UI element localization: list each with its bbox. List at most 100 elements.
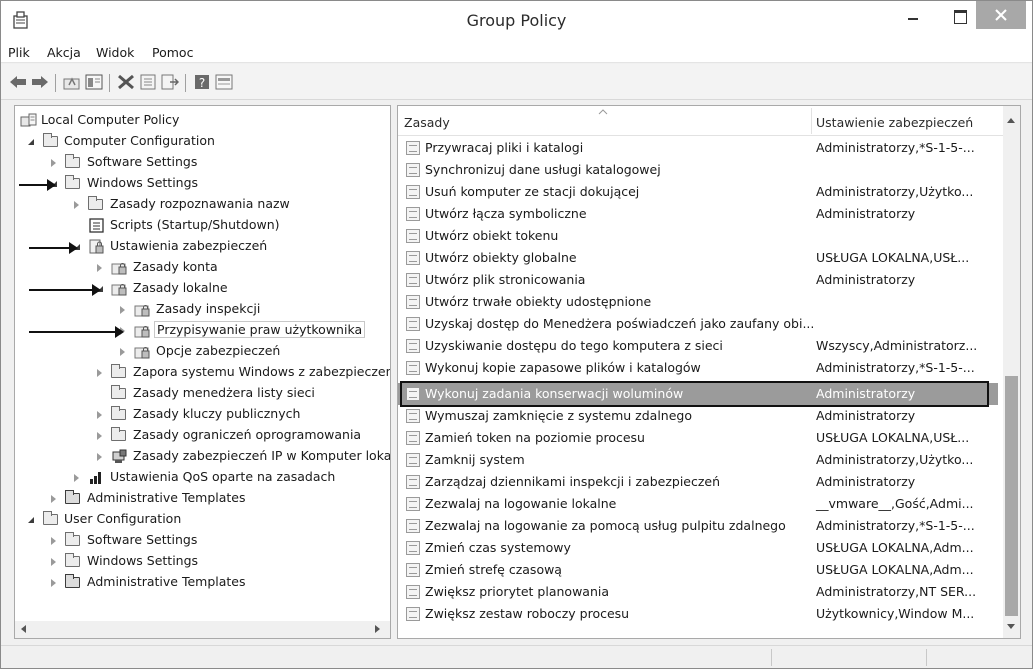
menu-pomoc[interactable]: Pomoc [152, 45, 193, 60]
console-view-icon[interactable] [215, 74, 233, 90]
menu-bar: Plik Akcja Widok Pomoc [1, 41, 1032, 63]
folder-icon [88, 196, 103, 210]
expand-toggle-icon[interactable] [28, 139, 34, 145]
collapse-toggle-icon[interactable] [97, 264, 102, 272]
policy-setting-icon [406, 541, 420, 555]
tree-label: Software Settings [87, 532, 198, 547]
policy-name: Usuń komputer ze stacji dokującej [425, 184, 640, 199]
list-item[interactable]: Przywracaj pliki i katalogi Administrator… [398, 137, 998, 159]
policy-name: Zezwalaj na logowanie lokalne [425, 496, 617, 511]
minimize-button[interactable] [892, 1, 936, 33]
collapse-toggle-icon[interactable] [51, 495, 56, 503]
up-folder-icon[interactable] [63, 74, 81, 90]
folder-icon [111, 385, 126, 399]
list-item[interactable]: Zezwalaj na logowanie za pomocą usług pu… [398, 515, 998, 537]
tree-label: Ustawienia zabezpieczeń [110, 238, 268, 253]
collapse-toggle-icon[interactable] [97, 453, 102, 461]
menu-akcja[interactable]: Akcja [47, 45, 81, 60]
list-item[interactable]: Uzyskaj dostęp do Menedżera poświadczeń … [398, 313, 998, 335]
menu-plik[interactable]: Plik [8, 45, 30, 60]
menu-widok[interactable]: Widok [96, 45, 134, 60]
list-item[interactable]: Zarządzaj dziennikami inspekcji i zabezp… [398, 471, 998, 493]
help-icon[interactable]: ? [193, 74, 211, 90]
collapse-toggle-icon[interactable] [74, 201, 79, 209]
security-folder-icon [111, 284, 127, 296]
scrollbar-thumb[interactable] [1005, 376, 1018, 616]
policy-setting-icon [406, 563, 420, 577]
policy-name: Utwórz obiekty globalne [425, 250, 577, 265]
collapse-toggle-icon[interactable] [120, 348, 125, 356]
policy-name: Zamknij system [425, 452, 525, 467]
policy-setting-icon [406, 295, 420, 309]
list-item[interactable]: Zamknij system Administratorzy,Użytko... [398, 449, 998, 471]
security-folder-icon [111, 263, 127, 275]
toolbar-separator [109, 74, 110, 92]
list-item[interactable]: Wykonuj kopie zapasowe plików i katalogó… [398, 357, 998, 379]
column-separator[interactable] [811, 108, 812, 134]
list-item[interactable]: Zezwalaj na logowanie lokalne __vmware__,… [398, 493, 998, 515]
tree-label: Windows Settings [87, 553, 199, 568]
properties-icon[interactable] [139, 74, 157, 90]
collapse-toggle-icon[interactable] [97, 369, 102, 377]
policy-setting-icon [406, 251, 420, 265]
list-item[interactable]: Utwórz obiekty globalne USŁUGA LOKALNA,US… [398, 247, 998, 269]
group-policy-window: Group Policy Plik Akcja Widok Pomoc ? Lo… [0, 0, 1033, 669]
delete-icon[interactable] [117, 74, 135, 90]
collapse-toggle-icon[interactable] [51, 579, 56, 587]
vertical-scrollbar[interactable] [1003, 106, 1020, 638]
list-item[interactable]: Synchronizuj dane usługi katalogowej [398, 159, 998, 181]
list-item[interactable]: Zwiększ zestaw roboczy procesu Użytkownic… [398, 603, 998, 625]
back-arrow-icon[interactable] [9, 74, 27, 90]
expand-toggle-icon[interactable] [28, 517, 34, 523]
tree-label: Computer Configuration [64, 133, 215, 148]
list-item[interactable]: Zamień token na poziomie procesu USŁUGA L… [398, 427, 998, 449]
collapse-toggle-icon[interactable] [51, 558, 56, 566]
scroll-up-icon[interactable] [1007, 118, 1015, 123]
export-list-icon[interactable] [161, 74, 179, 90]
tree-label: Zasady lokalne [133, 280, 228, 295]
scroll-right-icon[interactable] [375, 625, 380, 633]
policy-setting-value: Administratorzy [816, 408, 916, 423]
folder-icon [43, 133, 58, 147]
policy-name: Przywracaj pliki i katalogi [425, 140, 584, 155]
column-header-ustawienie[interactable]: Ustawienie zabezpieczeń [816, 115, 973, 130]
list-item[interactable]: Utwórz trwałe obiekty udostępnione [398, 291, 998, 313]
policy-name: Utwórz łącza symboliczne [425, 206, 587, 221]
console-tree[interactable]: Local Computer Policy Computer Configura… [14, 105, 391, 639]
tree-label: Administrative Templates [87, 574, 246, 589]
list-item[interactable]: Zmień czas systemowy USŁUGA LOKALNA,Adm..… [398, 537, 998, 559]
list-item[interactable]: Utwórz obiekt tokenu [398, 225, 998, 247]
close-button[interactable] [976, 1, 1026, 29]
collapse-toggle-icon[interactable] [97, 411, 102, 419]
tree-label: Zasady menedżera listy sieci [133, 385, 315, 400]
policy-setting-value: Administratorzy,Użytko... [816, 184, 974, 199]
scripts-icon [89, 218, 104, 233]
list-item[interactable]: Utwórz łącza symboliczne Administratorzy [398, 203, 998, 225]
policy-list-pane[interactable]: Zasady Ustawienie zabezpieczeń Przywraca… [397, 105, 1021, 639]
tree-label: Zasady rozpoznawania nazw [110, 196, 290, 211]
horizontal-scrollbar[interactable] [15, 621, 390, 638]
column-header-zasady[interactable]: Zasady [404, 115, 450, 130]
show-hide-tree-icon[interactable] [85, 74, 103, 90]
list-item[interactable]: Wymuszaj zamknięcie z systemu zdalnego Ad… [398, 405, 998, 427]
tree-label: Zasady ograniczeń oprogramowania [133, 427, 362, 442]
policy-name: Zwiększ priorytet planowania [425, 584, 610, 599]
collapse-toggle-icon[interactable] [51, 537, 56, 545]
security-settings-icon [89, 239, 104, 254]
collapse-toggle-icon[interactable] [51, 159, 56, 167]
list-item[interactable]: Uzyskiwanie dostępu do tego komputera z … [398, 335, 998, 357]
scroll-left-icon[interactable] [21, 625, 26, 633]
forward-arrow-icon[interactable] [31, 74, 49, 90]
title-bar[interactable]: Group Policy [1, 1, 1032, 41]
tree-label: User Configuration [64, 511, 182, 526]
list-item[interactable]: Utwórz plik stronicowania Administratorzy [398, 269, 998, 291]
scroll-down-icon[interactable] [1007, 624, 1015, 629]
collapse-toggle-icon[interactable] [74, 474, 79, 482]
list-item[interactable]: Usuń komputer ze stacji dokującej Adminis… [398, 181, 998, 203]
collapse-toggle-icon[interactable] [120, 306, 125, 314]
security-folder-icon [134, 326, 150, 338]
list-item[interactable]: Zwiększ priorytet planowania Administrato… [398, 581, 998, 603]
policy-name: Zezwalaj na logowanie za pomocą usług pu… [425, 518, 786, 533]
collapse-toggle-icon[interactable] [97, 432, 102, 440]
list-item[interactable]: Zmień strefę czasową USŁUGA LOKALNA,Adm..… [398, 559, 998, 581]
